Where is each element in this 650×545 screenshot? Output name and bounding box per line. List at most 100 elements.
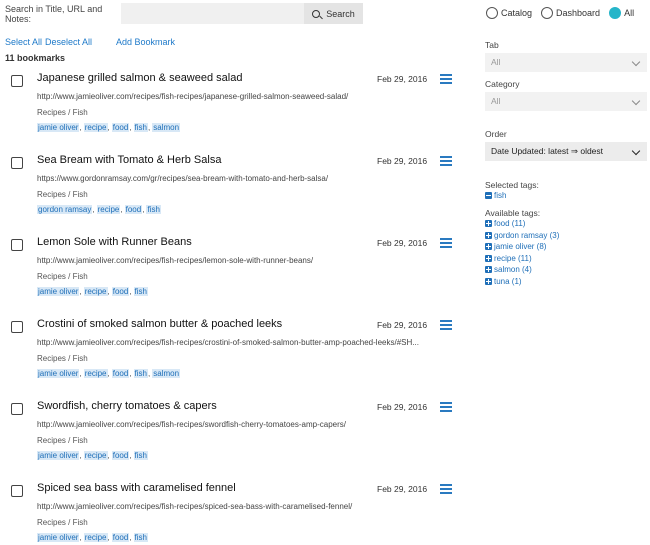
bookmark-checkbox[interactable] — [11, 157, 23, 169]
hamburger-menu-icon[interactable] — [440, 74, 452, 84]
tag-chip[interactable]: jamie oliver — [37, 451, 80, 460]
tab-select[interactable]: All — [485, 53, 647, 72]
tag-chip[interactable]: food — [111, 533, 130, 542]
bookmark-url: http://www.jamieoliver.com/recipes/fish-… — [37, 338, 419, 347]
deselect-all-link[interactable]: Deselect All — [45, 37, 92, 47]
tag-chip[interactable]: recipe — [83, 287, 108, 296]
available-tag[interactable]: salmon (4) — [485, 264, 647, 276]
category-select[interactable]: All — [485, 92, 647, 111]
tag-chip[interactable]: fish — [133, 369, 148, 378]
tag-chip[interactable]: recipe — [83, 369, 108, 378]
tag-separator: , — [79, 451, 82, 460]
hamburger-menu-icon[interactable] — [440, 484, 452, 494]
tag-chip[interactable]: recipe — [83, 123, 108, 132]
tab-filter: Tab All — [485, 40, 647, 72]
tag-chip[interactable]: salmon — [152, 369, 181, 378]
plus-icon — [485, 243, 492, 251]
tag-chip[interactable]: food — [111, 287, 130, 296]
category-select-value: All — [491, 96, 501, 106]
available-tag[interactable]: recipe (11) — [485, 253, 647, 265]
tag-chip[interactable]: food — [124, 205, 143, 214]
tag-chip[interactable]: food — [111, 369, 130, 378]
tag-chip[interactable]: jamie oliver — [37, 369, 80, 378]
tag-separator: , — [148, 369, 151, 378]
tag-separator: , — [107, 533, 110, 542]
tag-label: salmon (4) — [494, 265, 532, 274]
add-bookmark-link[interactable]: Add Bookmark — [116, 37, 175, 47]
bookmark-url: http://www.jamieoliver.com/recipes/fish-… — [37, 420, 346, 429]
tag-chip[interactable]: jamie oliver — [37, 287, 80, 296]
tag-chip[interactable]: recipe — [83, 451, 108, 460]
search-button[interactable]: Search — [304, 3, 363, 24]
available-tag[interactable]: gordon ramsay (3) — [485, 230, 647, 242]
tab-select-value: All — [491, 57, 501, 67]
search-label: Search in Title, URL and Notes: — [5, 3, 103, 24]
available-tags-list: food (11) gordon ramsay (3) jamie oliver (… — [485, 218, 647, 287]
bookmark-item: Sea Bream with Tomato & Herb Salsa Feb 29… — [0, 152, 470, 222]
tag-label: food (11) — [494, 219, 526, 228]
tag-separator: , — [129, 123, 132, 132]
plus-icon — [485, 231, 492, 239]
bookmark-url: http://www.jamieoliver.com/recipes/fish-… — [37, 256, 314, 265]
tag-chip[interactable]: jamie oliver — [37, 123, 80, 132]
available-tag[interactable]: jamie oliver (8) — [485, 241, 647, 253]
tag-chip[interactable]: gordon ramsay — [37, 205, 93, 214]
hamburger-menu-icon[interactable] — [440, 156, 452, 166]
bookmark-count: 11 bookmarks — [5, 53, 66, 63]
bookmark-url: http://www.jamieoliver.com/recipes/fish-… — [37, 92, 349, 101]
select-all-link[interactable]: Select All — [5, 37, 42, 47]
radio-dashboard[interactable]: Dashboard — [541, 7, 600, 19]
bookmark-title[interactable]: Swordfish, cherry tomatoes & capers — [37, 400, 217, 412]
bookmark-title[interactable]: Crostini of smoked salmon butter & poach… — [37, 318, 282, 330]
plus-icon — [485, 277, 492, 285]
bookmark-tags: jamie oliver, recipe, food, fish — [37, 287, 148, 296]
bookmark-title[interactable]: Lemon Sole with Runner Beans — [37, 236, 192, 248]
order-select[interactable]: Date Updated: latest ⇒ oldest — [485, 142, 647, 161]
bookmark-checkbox[interactable] — [11, 75, 23, 87]
tag-chip[interactable]: fish — [133, 287, 148, 296]
chevron-down-icon — [631, 146, 641, 156]
bookmark-checkbox[interactable] — [11, 403, 23, 415]
bookmark-title[interactable]: Sea Bream with Tomato & Herb Salsa — [37, 154, 221, 166]
bookmark-date: Feb 29, 2016 — [377, 484, 428, 494]
tag-chip[interactable]: food — [111, 123, 130, 132]
tag-separator: , — [79, 287, 82, 296]
category-filter-label: Category — [485, 79, 520, 89]
tag-chip[interactable]: fish — [146, 205, 161, 214]
bookmark-checkbox[interactable] — [11, 485, 23, 497]
bookmark-category: Recipes / Fish — [37, 518, 88, 527]
tag-label: recipe (11) — [494, 253, 532, 263]
bookmark-checkbox[interactable] — [11, 239, 23, 251]
tag-chip[interactable]: salmon — [152, 123, 181, 132]
bookmark-tags: jamie oliver, recipe, food, fish — [37, 451, 148, 460]
tag-chip[interactable]: fish — [133, 451, 148, 460]
chevron-down-icon — [631, 96, 641, 106]
bookmark-checkbox[interactable] — [11, 321, 23, 333]
radio-all[interactable]: All — [609, 7, 634, 19]
radio-catalog[interactable]: Catalog — [486, 7, 532, 19]
tag-separator: , — [148, 123, 151, 132]
hamburger-menu-icon[interactable] — [440, 402, 452, 412]
bookmark-title[interactable]: Japanese grilled salmon & seaweed salad — [37, 72, 242, 84]
search-input[interactable] — [121, 3, 304, 24]
bookmark-item: Japanese grilled salmon & seaweed salad F… — [0, 70, 470, 140]
view-selector: Catalog Dashboard All — [486, 7, 643, 19]
tag-chip[interactable]: fish — [133, 533, 148, 542]
hamburger-menu-icon[interactable] — [440, 238, 452, 248]
order-select-value: Date Updated: latest ⇒ oldest — [491, 146, 604, 156]
bookmark-title[interactable]: Spiced sea bass with caramelised fennel — [37, 482, 236, 494]
tag-chip[interactable]: recipe — [96, 205, 121, 214]
bookmark-date: Feb 29, 2016 — [377, 402, 428, 412]
tag-chip[interactable]: food — [111, 451, 130, 460]
bookmark-tags: jamie oliver, recipe, food, fish, salmon — [37, 369, 181, 378]
available-tag[interactable]: tuna (1) — [485, 276, 647, 288]
hamburger-menu-icon[interactable] — [440, 320, 452, 330]
tag-chip[interactable]: fish — [133, 123, 148, 132]
tag-label: fish — [494, 191, 507, 200]
tag-chip[interactable]: recipe — [83, 533, 108, 542]
tag-chip[interactable]: jamie oliver — [37, 533, 80, 542]
available-tag[interactable]: food (11) — [485, 218, 647, 230]
selected-tag[interactable]: fish — [485, 190, 647, 202]
plus-icon — [485, 254, 492, 262]
bookmark-item: Lemon Sole with Runner Beans Feb 29, 2016… — [0, 234, 470, 304]
